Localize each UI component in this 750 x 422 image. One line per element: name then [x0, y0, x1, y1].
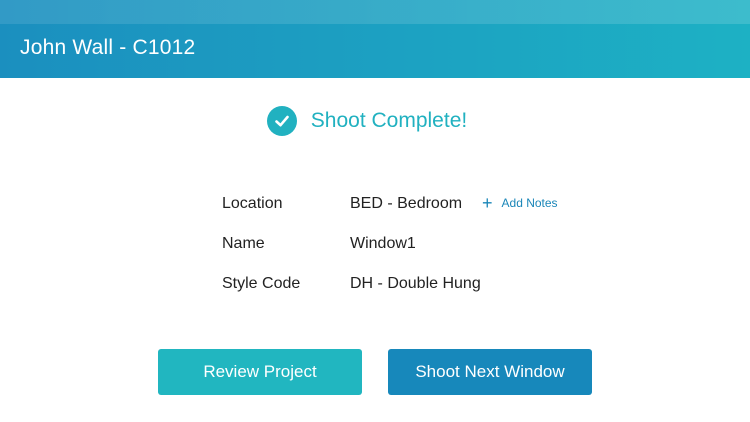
status-bar	[0, 0, 750, 24]
plus-icon: +	[482, 193, 493, 213]
shoot-complete-banner: Shoot Complete!	[0, 104, 750, 138]
detail-row-location: Location BED - Bedroom + Add Notes	[222, 190, 602, 230]
detail-row-style-code: Style Code DH - Double Hung	[222, 270, 602, 310]
app-header: John Wall - C1012	[0, 0, 750, 78]
status-message: Shoot Complete!	[310, 109, 468, 132]
detail-label: Location	[222, 195, 283, 212]
detail-row-name: Name Window1	[222, 230, 602, 270]
detail-value: DH - Double Hung	[350, 275, 481, 292]
window-details: Location BED - Bedroom + Add Notes Name …	[222, 190, 602, 310]
review-project-button[interactable]: Review Project	[158, 349, 362, 395]
detail-value: BED - Bedroom	[350, 195, 463, 212]
checkmark-icon	[266, 106, 297, 136]
add-notes-link[interactable]: + Add Notes	[482, 194, 558, 212]
add-notes-label: Add Notes	[501, 196, 558, 210]
detail-label: Style Code	[222, 275, 301, 292]
detail-label: Name	[222, 235, 265, 252]
detail-value: Window1	[350, 235, 416, 252]
shoot-next-window-button[interactable]: Shoot Next Window	[388, 349, 592, 395]
page-title: John Wall - C1012	[20, 36, 196, 59]
